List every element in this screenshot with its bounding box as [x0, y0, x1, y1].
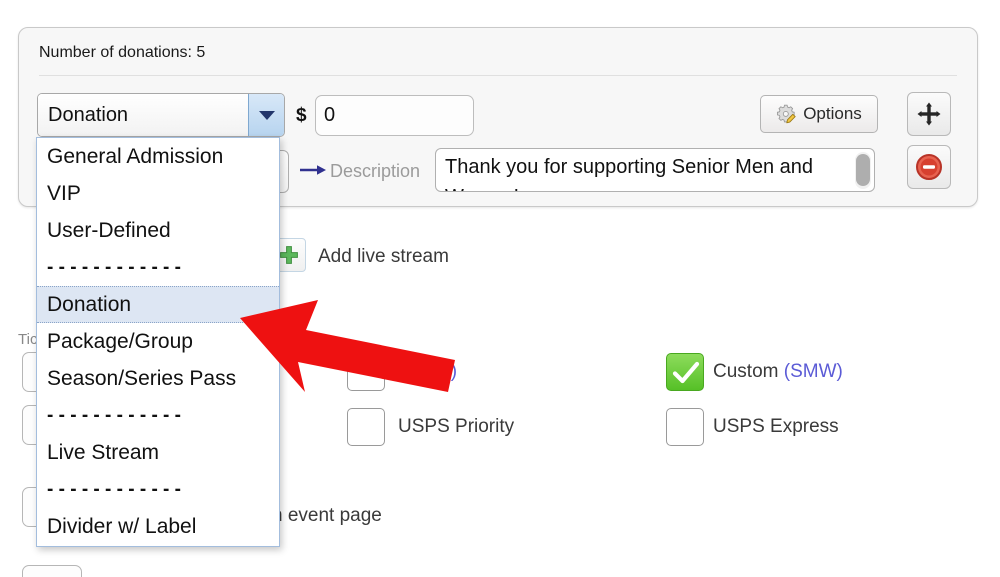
description-label: Description	[330, 161, 421, 181]
dropdown-item-vip[interactable]: VIP	[37, 175, 279, 212]
description-value: Thank you for supporting Senior Men and …	[445, 156, 813, 191]
dropdown-item-season-series-pass[interactable]: Season/Series Pass	[37, 360, 279, 397]
ticket-type-select-value: Donation	[38, 94, 248, 136]
panel-title: Number of donations: 5	[39, 44, 206, 61]
remove-circle-icon	[916, 154, 942, 180]
usps-express-label: USPS Express	[713, 416, 839, 437]
remove-item-button[interactable]	[907, 145, 951, 189]
move-handle-button[interactable]	[907, 92, 951, 136]
dropdown-item-divider-w-label[interactable]: Divider w/ Label	[37, 508, 279, 545]
background-field-4[interactable]	[22, 565, 82, 577]
add-live-stream-label: Add live stream	[318, 246, 449, 267]
custom-checkbox[interactable]	[666, 353, 704, 391]
custom-label: Custom (SMW)	[713, 361, 843, 383]
usps-priority-label: USPS Priority	[398, 416, 515, 437]
dropdown-item-general-admission[interactable]: General Admission	[37, 138, 279, 175]
chevron-down-icon	[258, 110, 275, 120]
dropdown-item-donation[interactable]: Donation	[37, 286, 279, 323]
description-scrollbar-thumb[interactable]	[856, 154, 870, 186]
will-call-label: ll (Edit)	[398, 361, 458, 382]
usps-priority-checkbox[interactable]	[347, 408, 385, 446]
checkmark-icon	[672, 361, 700, 384]
dropdown-divider-1: - - - - - - - - - - - -	[47, 256, 181, 278]
usps-express-checkbox[interactable]	[666, 408, 704, 446]
options-button-label: Options	[803, 104, 862, 123]
options-button[interactable]: Options	[760, 95, 878, 133]
panel-divider	[39, 75, 957, 76]
plus-icon	[280, 246, 298, 264]
will-call-label-link[interactable]: (Edit)	[412, 361, 457, 382]
move-arrows-icon	[917, 102, 941, 126]
custom-label-text-link[interactable]: (SMW)	[784, 361, 843, 382]
dropdown-item-package-group[interactable]: Package/Group	[37, 323, 279, 360]
dropdown-item-live-stream[interactable]: Live Stream	[37, 434, 279, 471]
gear-icon	[777, 104, 796, 124]
amount-input[interactable]	[315, 95, 474, 136]
description-textarea[interactable]: Thank you for supporting Senior Men and …	[435, 148, 875, 192]
ticket-type-select-arrow[interactable]	[248, 94, 284, 136]
dropdown-item-user-defined[interactable]: User-Defined	[37, 212, 279, 249]
dropdown-divider-2: - - - - - - - - - - - -	[47, 404, 181, 426]
right-arrow-icon	[300, 165, 326, 175]
screenshot-root: Add live stream Tic ll (Edit) Custom (SM…	[0, 0, 1000, 577]
ticket-type-select[interactable]: Donation	[37, 93, 285, 137]
currency-symbol: $	[296, 105, 307, 126]
tickets-section-label: Tic	[18, 331, 38, 348]
dropdown-divider-3: - - - - - - - - - - - -	[47, 478, 181, 500]
custom-label-text: Custom (SMW)	[713, 361, 843, 382]
ticket-type-dropdown-list[interactable]: General Admission VIP User-Defined - - -…	[36, 137, 280, 547]
will-call-checkbox[interactable]	[347, 353, 385, 391]
on-event-page-label: n event page	[272, 505, 382, 526]
